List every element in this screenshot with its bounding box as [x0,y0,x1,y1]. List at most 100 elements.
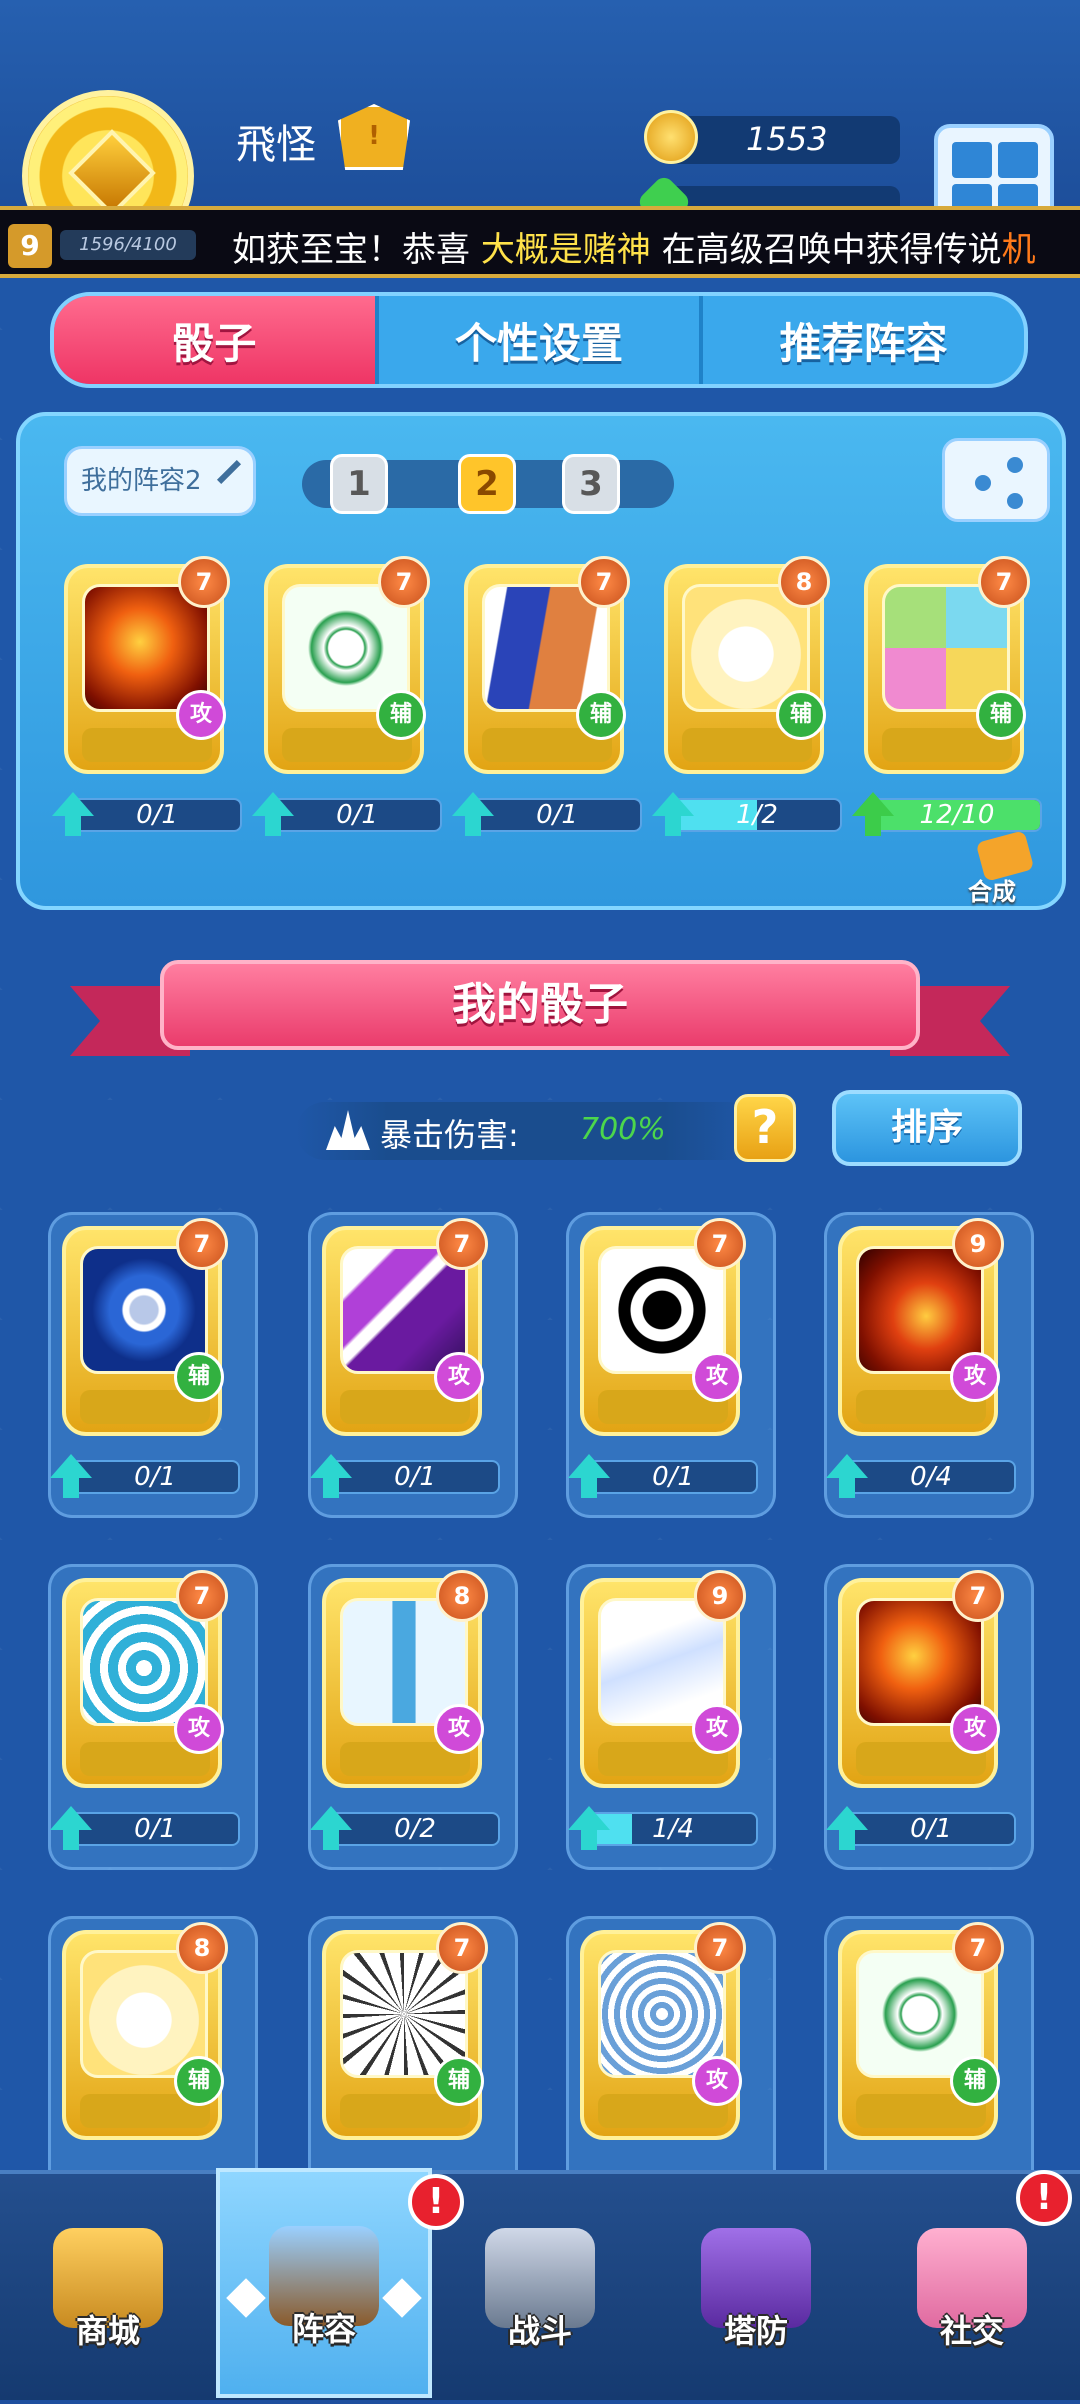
upgrade-progress-text: 12/10 [919,800,995,830]
dice-card-thorn-wheel[interactable]: 7 辅 [322,1922,488,2140]
top-header: 飛怪 ! 1553 [0,0,1080,262]
exp-bar: 1596/4100 [60,230,196,260]
lineup-panel: 我的阵容2 1 2 3 7 攻 0/1 7 辅 0/1 7 辅 0/1 8 辅 … [16,412,1066,910]
dice-type-tag: 辅 [434,2056,484,2106]
dice-card-ice-vortex[interactable]: 7 攻 [62,1570,228,1788]
dice-level-badge: 7 [978,556,1030,608]
lineup-page-3[interactable]: 3 [562,454,620,514]
dice-type-tag: 攻 [434,1352,484,1402]
tab-dice[interactable]: 骰子 [54,296,379,384]
dice-card-yin-yang[interactable]: 7 攻 [580,1218,746,1436]
dice-card-purple-rays[interactable]: 7 攻 [322,1218,488,1436]
dice-type-tag: 辅 [174,2056,224,2106]
dice-card-lucky-cat[interactable]: 8 辅 [664,556,830,774]
upgrade-progress-bar: 0/1 [588,1460,758,1494]
upgrade-arrow-icon [568,1454,610,1500]
coin-plus-icon[interactable] [644,110,698,164]
dice-card-blue-orange-figures[interactable]: 7 辅 [464,556,630,774]
upgrade-arrow-icon [568,1806,610,1852]
sort-button[interactable]: 排序 [832,1090,1022,1166]
dice-type-tag: 辅 [376,690,426,740]
upgrade-arrow-icon [50,1806,92,1852]
dice-gold-frame: 7 攻 [580,1218,746,1436]
lineup-page-2[interactable]: 2 [458,454,516,514]
upgrade-arrow-icon [852,792,894,838]
crown-shield-icon[interactable]: ! [338,104,410,170]
dice-level-badge: 7 [176,1570,228,1622]
dice-level-badge: 9 [952,1218,1004,1270]
avatar-gem-icon [68,129,156,217]
dice-type-tag: 辅 [776,690,826,740]
dice-gold-frame: 7 辅 [838,1922,1004,2140]
dice-level-badge: 7 [952,1570,1004,1622]
dice-gold-frame: 7 攻 [322,1218,488,1436]
upgrade-progress-text: 0/1 [652,1462,694,1492]
bottom-nav: 商城 阵容! 战斗 塔防 社交! [0,2168,1080,2400]
nav-crossed-swords[interactable]: 战斗 [432,2174,648,2404]
nav-cannon[interactable]: 阵容 [216,2168,432,2398]
dice-gold-frame: 9 攻 [580,1570,746,1788]
lineup-page-1[interactable]: 1 [330,454,388,514]
my-dice-title: 我的骰子 [160,960,920,1050]
crit-damage-bar: 暴击伤害: 700% [296,1102,756,1160]
dice-card-fire-dragon[interactable]: 7 攻 [838,1570,1004,1788]
dice-level-badge: 7 [952,1922,1004,1974]
upgrade-progress-text: 0/1 [394,1462,436,1492]
dice-gold-frame: 8 辅 [62,1922,228,2140]
dice-type-tag: 攻 [950,1704,1000,1754]
dice-card-ice-sword[interactable]: 8 攻 [322,1570,488,1788]
synthesize-button[interactable]: 合成 [968,830,1040,906]
dice-card-stars[interactable]: 9 攻 [580,1570,746,1788]
dice-gold-frame: 7 攻 [580,1922,746,2140]
upgrade-progress-bar: 0/1 [70,1812,240,1846]
dice-card-fire-dragon[interactable]: 7 攻 [64,556,230,774]
lineup-page-selector: 1 2 3 [302,454,674,514]
dice-card-blue-sun[interactable]: 7 攻 [580,1922,746,2140]
dice-type-tag: 辅 [976,690,1026,740]
dice-card-fire-burst[interactable]: 9 攻 [838,1218,1004,1436]
upgrade-arrow-icon [652,792,694,838]
share-button[interactable] [942,438,1050,522]
alert-badge-icon: ! [1016,2170,1072,2226]
lineup-name-button[interactable]: 我的阵容2 [64,446,256,516]
dice-type-tag: 攻 [692,2056,742,2106]
dice-card-blue-s-coin[interactable]: 7 辅 [62,1218,228,1436]
nav-label: 战斗 [507,2312,572,2350]
dice-gold-frame: 7 攻 [62,1570,228,1788]
dice-level-badge: 7 [378,556,430,608]
dice-card-green-mandala[interactable]: 7 辅 [838,1922,1004,2140]
upgrade-progress-bar: 0/1 [70,1460,240,1494]
help-button[interactable]: ? [734,1094,796,1162]
dice-type-tag: 攻 [174,1704,224,1754]
upgrade-progress-text: 0/2 [394,1814,436,1844]
upgrade-progress-bar: 1/2 [672,798,842,832]
dice-card-green-mandala[interactable]: 7 辅 [264,556,430,774]
dice-type-tag: 辅 [950,2056,1000,2106]
dice-gold-frame: 7 辅 [464,556,630,774]
tab-recommended-lineup[interactable]: 推荐阵容 [703,296,1024,384]
tab-personalize[interactable]: 个性设置 [379,296,704,384]
dice-type-tag: 辅 [576,690,626,740]
player-level: 9 [8,224,52,268]
dice-card-puzzle[interactable]: 7 辅 [864,556,1030,774]
nav-label: 社交 [939,2312,1004,2350]
dice-gold-frame: 7 攻 [838,1570,1004,1788]
upgrade-progress-bar: 12/10 [872,798,1042,832]
upgrade-progress-bar: 0/4 [846,1460,1016,1494]
upgrade-arrow-icon [826,1806,868,1852]
upgrade-progress-bar: 0/1 [272,798,442,832]
upgrade-arrow-icon [252,792,294,838]
upgrade-progress-bar: 0/1 [330,1460,500,1494]
player-name: 飛怪 [236,122,316,168]
upgrade-progress-text: 0/4 [910,1462,952,1492]
upgrade-progress-text: 0/1 [910,1814,952,1844]
nav-shop-chest[interactable]: 商城 [0,2174,216,2404]
dice-level-badge: 8 [778,556,830,608]
nav-purple-tower[interactable]: 塔防 [648,2174,864,2404]
ticker-text: 如获至宝！恭喜 大概是赌神 在高级召唤中获得传说机 [232,230,1036,270]
nav-label: 商城 [75,2312,140,2350]
dice-type-tag: 辅 [174,1352,224,1402]
dice-card-lucky-cat[interactable]: 8 辅 [62,1922,228,2140]
dice-level-badge: 7 [436,1922,488,1974]
upgrade-arrow-icon [826,1454,868,1500]
